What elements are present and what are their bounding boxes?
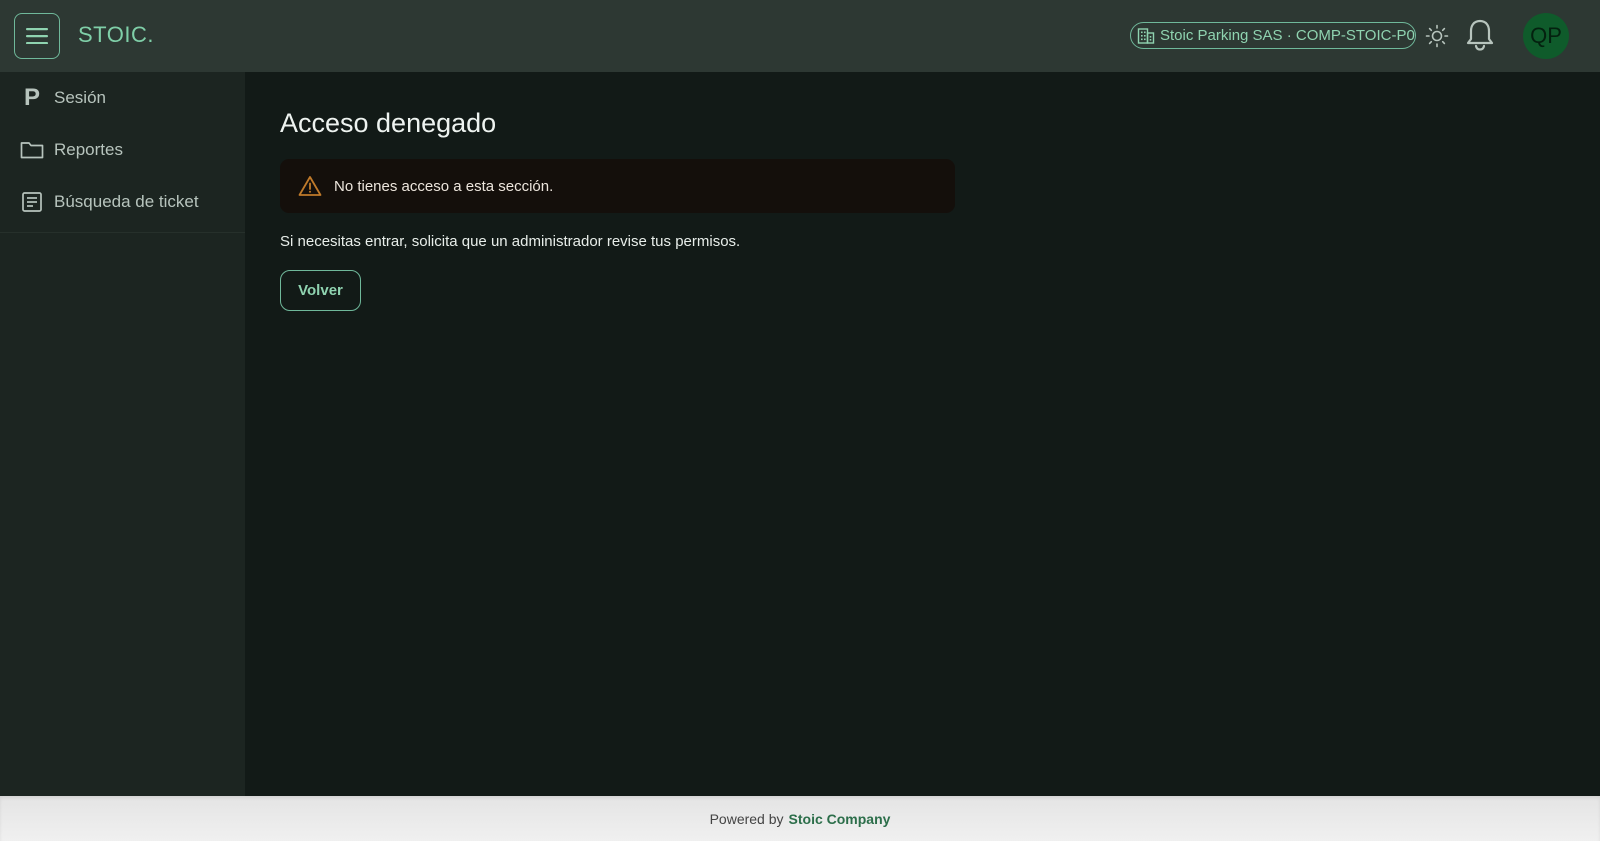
sidebar-item-label: Sesión [54,88,106,107]
hamburger-icon [26,28,48,44]
help-text: Si necesitas entrar, solicita que un adm… [280,233,741,250]
sidebar-item-sesion[interactable]: P Sesión [0,72,245,124]
folder-icon [20,138,44,162]
page-title: Acceso denegado [280,108,497,138]
top-bar: STOIC. Stoic Parking SAS · COMP-STOIC-P0… [0,0,1600,72]
warning-icon [298,176,322,196]
back-button[interactable]: Volver [280,270,361,311]
alert-message: No tienes acceso a esta sección. [334,177,554,195]
footer-prefix: Powered by [709,810,784,827]
main-content: Acceso denegado No tienes acceso a esta … [280,72,955,311]
access-denied-alert: No tienes acceso a esta sección. [280,159,955,213]
menu-button[interactable] [14,13,60,59]
user-avatar[interactable]: QP [1523,13,1569,59]
footer: Powered by Stoic Company [0,796,1600,841]
sidebar-item-label: Búsqueda de ticket [54,192,199,211]
notifications-button[interactable] [1465,18,1495,52]
document-icon [20,190,44,214]
sidebar: P Sesión Reportes Búsqueda de ticket [0,72,245,796]
company-chip-label: Stoic Parking SAS · COMP-STOIC-P01 [1160,27,1416,44]
theme-toggle-button[interactable] [1425,24,1449,48]
building-icon [1137,27,1155,44]
brand-logo: STOIC. [78,22,154,47]
bell-icon [1466,19,1494,51]
parking-icon: P [23,84,40,111]
footer-company-link[interactable]: Stoic Company [789,811,891,827]
sun-icon [1425,24,1449,48]
sidebar-item-reportes[interactable]: Reportes [0,124,245,176]
sidebar-item-busqueda-ticket[interactable]: Búsqueda de ticket [0,176,245,228]
sidebar-item-label: Reportes [54,140,123,159]
company-selector[interactable]: Stoic Parking SAS · COMP-STOIC-P01 [1130,22,1416,49]
sidebar-nav: P Sesión Reportes Búsqueda de ticket [0,72,245,233]
